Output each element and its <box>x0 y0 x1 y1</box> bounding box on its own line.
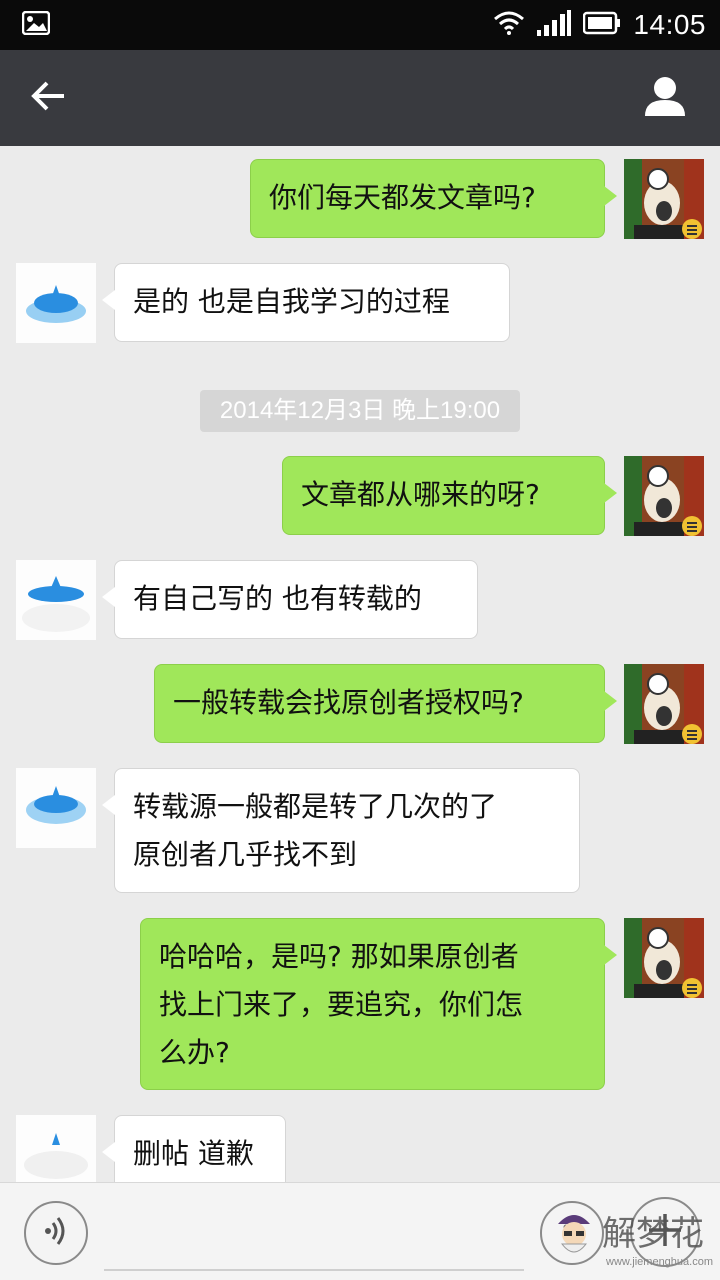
message-text-line: 么办? <box>159 1036 230 1069</box>
message-text: 删帖 道歉 <box>133 1137 254 1170</box>
more-button[interactable] <box>630 1197 700 1267</box>
avatar-self[interactable] <box>624 918 704 998</box>
status-time: 14:05 <box>633 9 706 40</box>
message-bubble-sent[interactable]: 文章都从哪来的呀? <box>282 456 617 535</box>
avatar-contact[interactable] <box>16 560 96 640</box>
avatar-self[interactable] <box>624 456 704 536</box>
message-bubble-received[interactable]: 转载源一般都是转了几次的了 原创者几乎找不到 <box>102 768 580 893</box>
message-text-line: 找上门来了，要追究，你们怎 <box>159 988 524 1021</box>
message-text: 你们每天都发文章吗? <box>269 181 536 214</box>
signal-icon <box>537 10 572 40</box>
message-text-line: 原创者几乎找不到 <box>133 838 358 871</box>
message-bubble-received[interactable]: 是的 也是自我学习的过程 <box>102 263 510 342</box>
message-bubble-received[interactable]: 删帖 道歉 <box>102 1115 286 1182</box>
status-bar: 14:05 <box>0 0 720 50</box>
message-text: 是的 也是自我学习的过程 <box>133 285 450 318</box>
emoji-button[interactable] <box>540 1201 604 1265</box>
avatar-contact[interactable] <box>16 1115 96 1182</box>
voice-icon <box>39 1214 73 1252</box>
message-text-line: 转载源一般都是转了几次的了 <box>133 790 498 823</box>
message-bubble-sent[interactable]: 哈哈哈，是吗? 那如果原创者 找上门来了，要追究，你们怎 么办? <box>140 918 617 1090</box>
battery-icon <box>583 11 621 39</box>
plus-icon <box>645 1210 685 1254</box>
input-bar <box>0 1182 720 1280</box>
avatar-self[interactable] <box>624 159 704 239</box>
message-input[interactable] <box>104 1193 524 1271</box>
chat-area[interactable]: 你们每天都发文章吗? 是的 也是自我学习的过程 2014年12月3日 晚上19: <box>0 146 720 1182</box>
gallery-notification-icon <box>21 10 51 39</box>
avatar-self[interactable] <box>624 664 704 744</box>
message-text-line: 哈哈哈，是吗? 那如果原创者 <box>159 940 519 973</box>
chat-info-button[interactable] <box>644 75 686 121</box>
message-bubble-sent[interactable]: 一般转载会找原创者授权吗? <box>154 664 617 743</box>
back-button[interactable] <box>30 80 66 116</box>
title-bar <box>0 50 720 146</box>
message-text: 有自己写的 也有转载的 <box>133 582 422 615</box>
timestamp-chip: 2014年12月3日 晚上19:00 <box>200 390 520 432</box>
wifi-icon <box>493 11 525 39</box>
message-bubble-sent[interactable]: 你们每天都发文章吗? <box>250 159 617 238</box>
message-text: 一般转载会找原创者授权吗? <box>173 686 524 719</box>
person-icon <box>644 75 686 121</box>
message-text: 文章都从哪来的呀? <box>301 478 540 511</box>
voice-button[interactable] <box>24 1201 88 1265</box>
message-bubble-received[interactable]: 有自己写的 也有转载的 <box>102 560 478 639</box>
avatar-contact[interactable] <box>16 263 96 343</box>
emoji-icon <box>554 1213 590 1253</box>
avatar-contact[interactable] <box>16 768 96 848</box>
arrow-left-icon <box>30 80 66 116</box>
